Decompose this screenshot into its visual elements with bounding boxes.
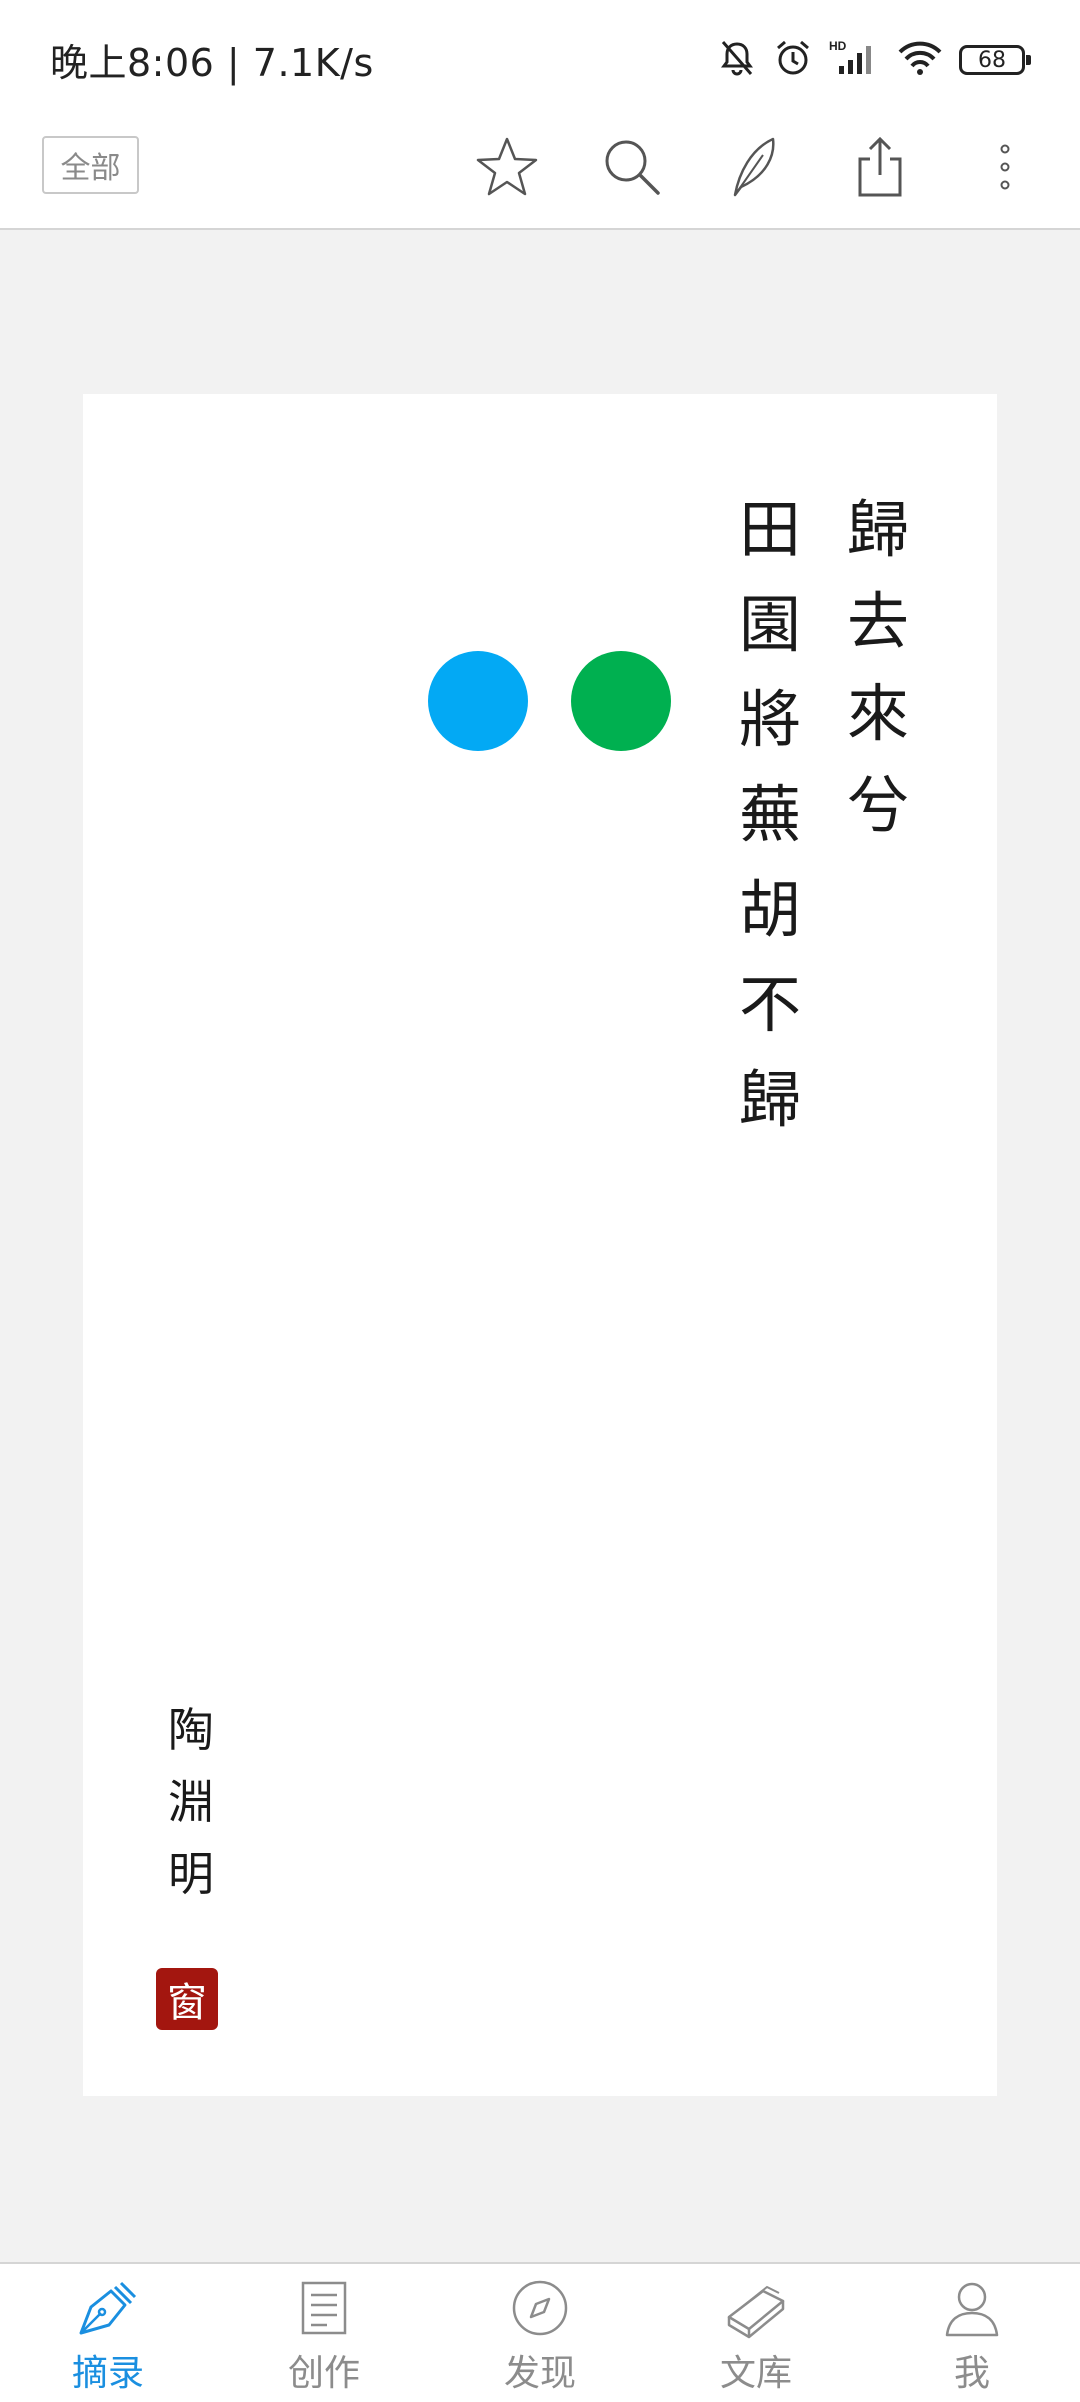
alarm-icon: [773, 38, 813, 82]
compass-icon: [506, 2276, 574, 2340]
status-time-speed: 晚上8:06 | 7.1K/s: [50, 41, 374, 85]
poem-char: 歸: [846, 493, 909, 566]
author-char: 淵: [168, 1775, 214, 1829]
poem-char: 蕪: [738, 778, 801, 851]
mute-bell-icon: [717, 38, 757, 82]
wifi-icon: [897, 38, 943, 82]
poem-char: 去: [846, 585, 909, 658]
books-icon: [722, 2276, 790, 2340]
poem-char: 歸: [738, 1063, 801, 1136]
blue-dot[interactable]: [428, 651, 528, 751]
author-char: 明: [168, 1847, 214, 1901]
star-icon[interactable]: [472, 132, 542, 202]
poem-char: 田: [738, 493, 801, 566]
filter-all-button[interactable]: 全部: [42, 136, 139, 194]
author-char: 陶: [168, 1703, 214, 1757]
nav-label: 创作: [287, 2353, 360, 2394]
green-dot[interactable]: [571, 651, 671, 751]
poem-char: 不: [738, 968, 801, 1041]
poem-char: 來: [846, 677, 909, 750]
feather-icon[interactable]: [720, 132, 790, 202]
more-icon[interactable]: [970, 132, 1040, 202]
nav-label: 我: [953, 2353, 990, 2394]
seal-stamp: 窗: [156, 1968, 218, 2030]
battery-icon: 68: [959, 45, 1031, 75]
poem-column-1: 歸 去 來 兮: [843, 484, 913, 852]
search-icon[interactable]: [597, 132, 667, 202]
poem-char: 將: [738, 683, 801, 756]
author-name: 陶 淵 明: [161, 1694, 221, 1910]
nav-item-discover[interactable]: 发现: [432, 2264, 648, 2402]
nav-item-me[interactable]: 我: [864, 2264, 1080, 2402]
svg-text:HD: HD: [829, 39, 847, 53]
nav-label: 摘录: [71, 2353, 144, 2394]
pen-nib-icon: [74, 2276, 142, 2340]
poem-char: 兮: [846, 769, 909, 842]
nav-label: 文库: [719, 2353, 792, 2394]
poem-char: 胡: [738, 873, 801, 946]
top-toolbar: 全部: [0, 118, 1080, 230]
hd-signal-icon: HD: [829, 38, 881, 82]
document-icon: [290, 2276, 358, 2340]
nav-item-create[interactable]: 创作: [216, 2264, 432, 2402]
status-bar: 晚上8:06 | 7.1K/s HD 68: [0, 0, 1080, 118]
share-icon[interactable]: [845, 132, 915, 202]
nav-item-library[interactable]: 文库: [648, 2264, 864, 2402]
poem-char: 園: [738, 588, 801, 661]
person-icon: [938, 2276, 1006, 2340]
nav-label: 发现: [503, 2353, 576, 2394]
bottom-nav: 摘录 创作 发现 文库 我: [0, 2262, 1080, 2402]
poem-card[interactable]: 歸 去 來 兮 田 園 將 蕪 胡 不 歸 陶 淵 明 窗: [83, 394, 997, 2096]
poem-column-2: 田 園 將 蕪 胡 不 歸: [735, 482, 805, 1147]
status-icons: HD 68: [717, 36, 1031, 84]
nav-item-excerpts[interactable]: 摘录: [0, 2264, 216, 2402]
